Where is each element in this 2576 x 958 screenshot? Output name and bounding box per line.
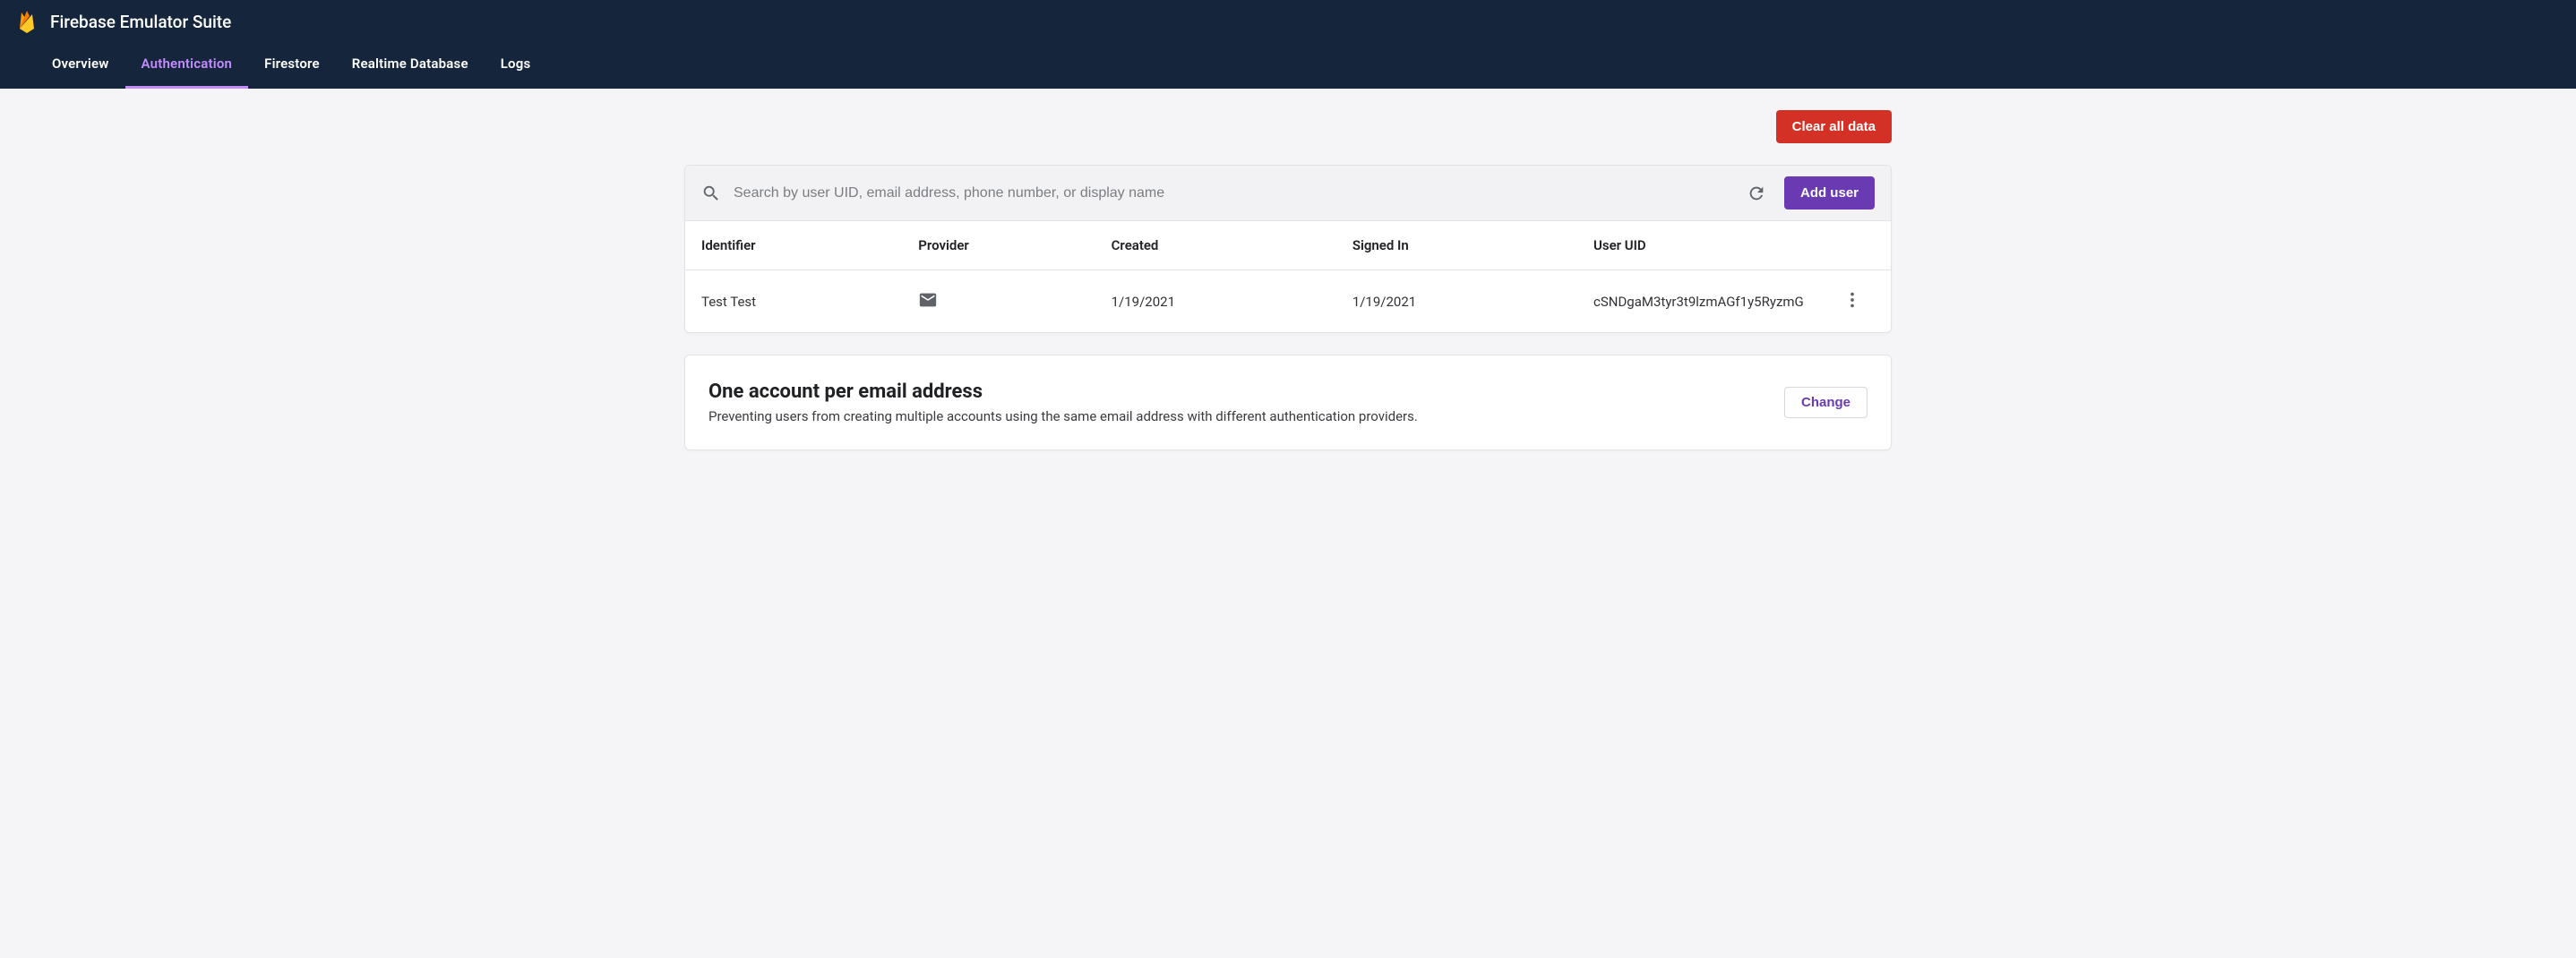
change-button[interactable]: Change bbox=[1784, 387, 1868, 418]
table-row: Test Test 1/19/2021 1/19/2021 cSNDgaM3ty… bbox=[685, 270, 1891, 333]
tab-firestore[interactable]: Firestore bbox=[248, 43, 336, 89]
content: Clear all data Add user Identifier Provi… bbox=[670, 89, 1906, 486]
toolbar-row: Clear all data bbox=[684, 110, 1892, 143]
col-actions bbox=[1822, 221, 1891, 270]
cell-user-uid: cSNDgaM3tyr3t9lzmAGf1y5RyzmG bbox=[1577, 270, 1822, 333]
col-user-uid: User UID bbox=[1577, 221, 1822, 270]
search-bar: Add user bbox=[685, 166, 1891, 221]
col-identifier: Identifier bbox=[685, 221, 902, 270]
users-card: Add user Identifier Provider Created Sig… bbox=[684, 165, 1892, 333]
cell-identifier: Test Test bbox=[685, 270, 902, 333]
cell-actions bbox=[1822, 270, 1891, 333]
users-table: Identifier Provider Created Signed In Us… bbox=[685, 221, 1891, 332]
cell-created: 1/19/2021 bbox=[1095, 270, 1336, 333]
refresh-icon bbox=[1747, 184, 1766, 203]
col-signed-in: Signed In bbox=[1336, 221, 1577, 270]
settings-description: Preventing users from creating multiple … bbox=[708, 408, 1418, 424]
app-title: Firebase Emulator Suite bbox=[50, 12, 231, 32]
tab-realtime-database[interactable]: Realtime Database bbox=[336, 43, 485, 89]
clear-all-data-button[interactable]: Clear all data bbox=[1776, 110, 1892, 143]
more-vert-icon bbox=[1842, 290, 1862, 310]
app-header: Firebase Emulator Suite Overview Authent… bbox=[0, 0, 2576, 89]
settings-title: One account per email address bbox=[708, 381, 1418, 403]
col-provider: Provider bbox=[902, 221, 1095, 270]
refresh-button[interactable] bbox=[1741, 178, 1772, 209]
col-created: Created bbox=[1095, 221, 1336, 270]
nav-tabs: Overview Authentication Firestore Realti… bbox=[0, 43, 2576, 89]
row-more-button[interactable] bbox=[1839, 287, 1866, 316]
search-icon bbox=[701, 184, 721, 203]
cell-provider bbox=[902, 270, 1095, 333]
firebase-logo-icon bbox=[16, 9, 38, 34]
cell-signed-in: 1/19/2021 bbox=[1336, 270, 1577, 333]
settings-card: One account per email address Preventing… bbox=[684, 355, 1892, 450]
table-header-row: Identifier Provider Created Signed In Us… bbox=[685, 221, 1891, 270]
add-user-button[interactable]: Add user bbox=[1784, 176, 1875, 210]
search-input[interactable] bbox=[734, 185, 1729, 201]
settings-text: One account per email address Preventing… bbox=[708, 381, 1418, 424]
mail-icon bbox=[918, 290, 938, 310]
tab-overview[interactable]: Overview bbox=[36, 43, 125, 89]
tab-logs[interactable]: Logs bbox=[485, 43, 547, 89]
tab-authentication[interactable]: Authentication bbox=[125, 43, 249, 89]
header-top: Firebase Emulator Suite bbox=[0, 0, 2576, 34]
